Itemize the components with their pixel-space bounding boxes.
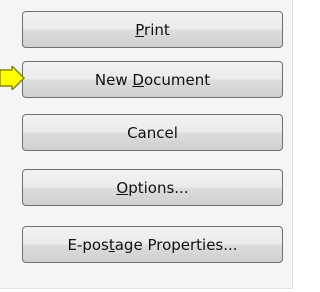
pointer-arrow-icon [0,66,25,90]
options-label: Options... [116,179,188,197]
button-panel: Print New Document Cancel Options... E-p… [0,0,293,289]
new-document-label: New Document [95,71,210,89]
cancel-label: Cancel [127,124,178,142]
options-label-post: ptions... [128,178,189,197]
print-label: Print [135,21,170,39]
options-access-key: O [116,178,129,197]
new-document-label-post: ocument [143,70,211,89]
print-access-key: P [135,20,145,39]
epostage-properties-label: E-postage Properties... [67,236,237,254]
print-button[interactable]: Print [22,11,283,48]
options-button[interactable]: Options... [22,169,283,206]
epostage-label-post: age Properties... [114,235,238,254]
print-label-post: rint [144,20,170,39]
epostage-label-pre: E-pos [67,235,109,254]
new-document-label-pre: New [94,70,133,89]
cancel-button[interactable]: Cancel [22,114,283,151]
cancel-label-pre: Cancel [127,123,178,142]
new-document-access-key: D [132,70,144,89]
new-document-button[interactable]: New Document [22,61,283,98]
epostage-properties-button[interactable]: E-postage Properties... [22,226,283,263]
